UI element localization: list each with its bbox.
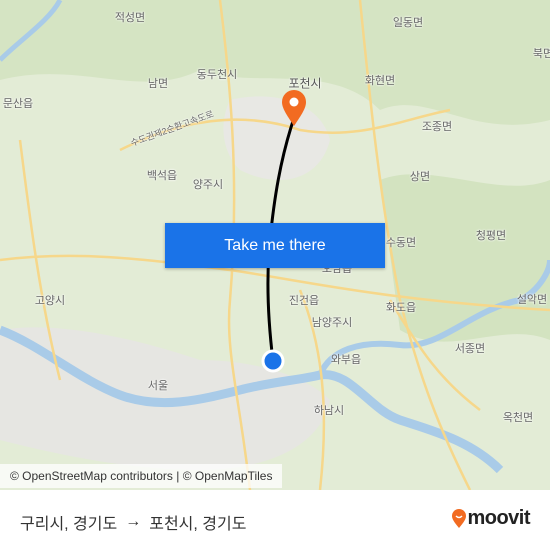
place-label: 문산읍 [2,98,34,110]
map[interactable]: 적성면 일동면 북면 남면 동두천시 포천시 화현면 문산읍 조종면 백석읍 양… [0,0,550,490]
take-me-there-button[interactable]: Take me there [165,223,385,268]
place-label: 백석읍 [146,170,178,182]
place-label: 일동면 [392,17,424,29]
place-label: 화현면 [364,75,396,87]
place-label: 동두천시 [196,69,238,81]
origin-label: 구리시, 경기도 [20,516,118,533]
place-label: 진건읍 [288,295,320,307]
place-label: 와부읍 [330,354,362,366]
route-summary: 구리시, 경기도 → 포천시, 경기도 [20,510,246,534]
origin-marker[interactable] [261,349,285,373]
place-label: 화도읍 [385,302,417,314]
place-label: 적성면 [114,12,146,24]
moovit-logo[interactable]: moovit [451,507,530,530]
arrow-right-icon: → [125,513,142,530]
place-label: 남면 [147,78,169,90]
place-label: 남양주시 [311,317,353,329]
place-label: 상면 [409,171,431,183]
place-label: 청평면 [475,230,507,242]
place-label: 양주시 [192,179,224,191]
place-label: 하남시 [313,405,345,417]
place-label: 서울 [147,380,169,392]
place-label: 설악면 [516,294,548,306]
place-label: 고양시 [34,295,66,307]
moovit-pin-icon [452,508,467,528]
place-label: 옥천면 [502,412,534,424]
map-attribution[interactable]: © OpenStreetMap contributors | © OpenMap… [0,464,283,488]
footer: 구리시, 경기도 → 포천시, 경기도 moovit [0,490,550,550]
place-label: 수동면 [385,237,417,249]
place-label: 북면 [532,48,550,60]
destination-label: 포천시, 경기도 [149,516,247,533]
place-label: 포천시 [288,76,322,91]
place-label: 조종면 [421,121,453,133]
place-label: 서종면 [454,343,486,355]
logo-text: moovit [467,507,530,529]
urban-area [223,96,330,180]
